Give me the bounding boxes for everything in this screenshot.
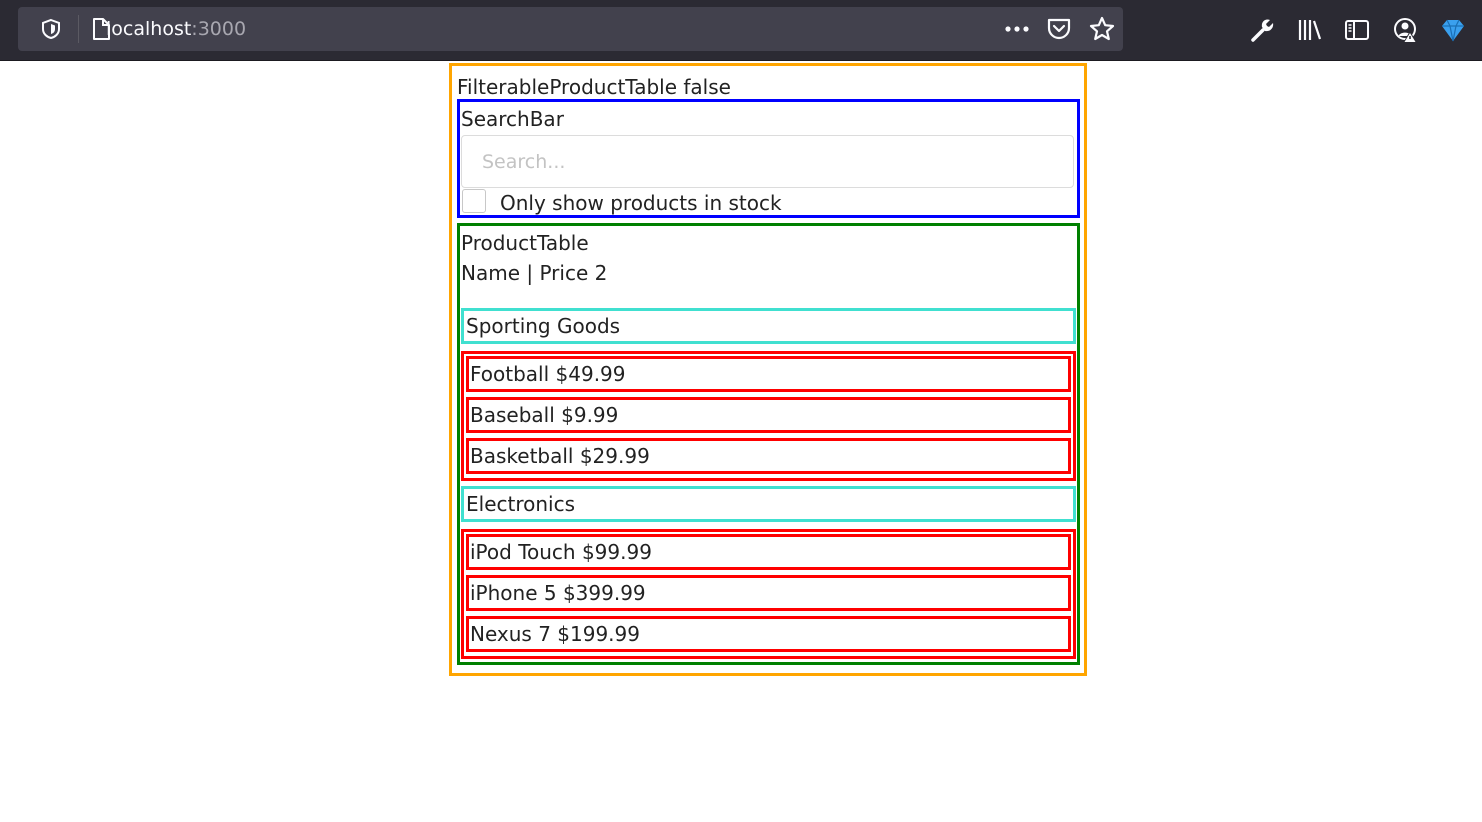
filterable-title: FilterableProductTable false <box>457 75 731 99</box>
product-name-price: Basketball $29.99 <box>470 444 650 468</box>
searchbar-title: SearchBar <box>461 107 564 131</box>
product-row: Nexus 7 $199.99 <box>466 616 1071 652</box>
product-name-price: Football $49.99 <box>470 362 626 386</box>
pocket-icon[interactable] <box>1046 16 1072 42</box>
in-stock-label: Only show products in stock <box>500 191 782 215</box>
category-name: Sporting Goods <box>466 314 621 338</box>
extension-icon[interactable] <box>1440 16 1466 44</box>
product-table: ProductTable Name | Price 2 Sporting Goo… <box>457 223 1080 665</box>
address-bar[interactable]: localhost:3000 <box>18 7 1123 51</box>
url-port: :3000 <box>191 18 247 40</box>
wrench-icon[interactable] <box>1249 16 1275 44</box>
product-name-price: Nexus 7 $199.99 <box>470 622 640 646</box>
search-input[interactable] <box>461 135 1074 188</box>
product-name-price: iPhone 5 $399.99 <box>470 581 646 605</box>
search-bar: SearchBar Only show products in stock <box>457 99 1080 218</box>
table-header: Name | Price 2 <box>461 261 608 285</box>
product-row: Baseball $9.99 <box>466 397 1071 433</box>
bookmark-star-icon[interactable] <box>1088 15 1116 43</box>
more-icon[interactable] <box>1002 15 1032 43</box>
product-name-price: iPod Touch $99.99 <box>470 540 652 564</box>
category-row: Sporting Goods <box>461 308 1076 344</box>
shield-icon[interactable] <box>40 18 62 40</box>
product-row: Basketball $29.99 <box>466 438 1071 474</box>
filterable-product-table: FilterableProductTable false SearchBar O… <box>449 63 1087 676</box>
url-host: localhost <box>106 18 192 40</box>
product-row: Football $49.99 <box>466 356 1071 392</box>
product-row: iPod Touch $99.99 <box>466 534 1071 570</box>
category-row: Electronics <box>461 486 1076 522</box>
product-row: iPhone 5 $399.99 <box>466 575 1071 611</box>
in-stock-checkbox[interactable] <box>462 189 486 213</box>
product-name-price: Baseball $9.99 <box>470 403 619 427</box>
sidebar-icon[interactable] <box>1344 16 1370 44</box>
browser-toolbar: localhost:3000 <box>0 0 1482 61</box>
product-group: Football $49.99 Baseball $9.99 Basketbal… <box>461 351 1076 481</box>
category-name: Electronics <box>466 492 576 516</box>
account-icon[interactable] <box>1393 16 1419 44</box>
producttable-title: ProductTable <box>461 231 589 255</box>
url-text[interactable]: localhost:3000 <box>106 18 246 40</box>
library-icon[interactable] <box>1297 16 1323 44</box>
address-bar-separator <box>78 15 79 43</box>
product-group: iPod Touch $99.99 iPhone 5 $399.99 Nexus… <box>461 529 1076 659</box>
